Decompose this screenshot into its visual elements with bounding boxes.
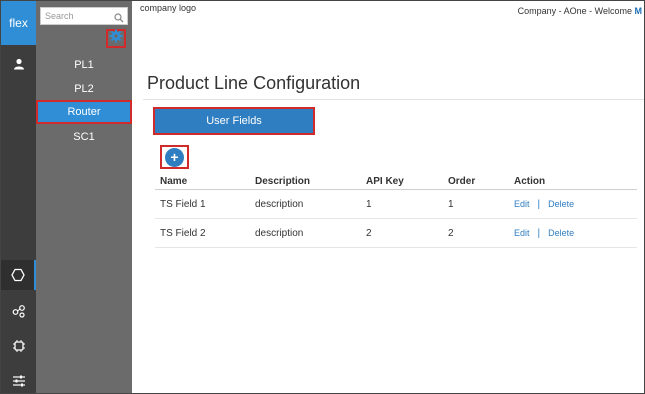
sidebar-item-router[interactable]: Router — [36, 100, 132, 124]
cell-description: description — [250, 189, 361, 219]
app-logo[interactable]: flex — [1, 1, 36, 45]
sidebar-item-pl2[interactable]: PL2 — [36, 77, 132, 101]
user-name-link[interactable]: M — [635, 6, 643, 16]
divider — [143, 99, 644, 100]
gear-icon — [109, 29, 123, 48]
sidebar-item-pl1[interactable]: PL1 — [36, 53, 132, 77]
column-header-action: Action — [509, 173, 637, 190]
table-row: TS Field 1 description 1 1 Edit | Delete — [155, 189, 637, 219]
company-logo: company logo — [140, 3, 197, 13]
cell-action: Edit | Delete — [509, 218, 637, 248]
sidebar-search — [40, 7, 128, 25]
cell-api-key: 2 — [361, 218, 443, 248]
cell-order: 2 — [443, 218, 509, 248]
search-icon[interactable] — [114, 10, 124, 28]
welcome-text: Company - AOne - Welcome M — [518, 6, 642, 16]
chip-icon[interactable] — [1, 331, 36, 361]
add-field-wrapper: + — [160, 145, 189, 169]
user-icon[interactable] — [1, 53, 36, 75]
column-header-order[interactable]: Order — [443, 173, 509, 190]
cell-description: description — [250, 218, 361, 248]
share-nodes-icon[interactable] — [1, 296, 36, 326]
table-header-row: Name Description API Key Order Action — [155, 173, 637, 190]
cell-action: Edit | Delete — [509, 189, 637, 219]
edit-link[interactable]: Edit — [514, 228, 530, 238]
action-separator: | — [537, 227, 541, 239]
delete-link[interactable]: Delete — [548, 228, 574, 238]
hexagon-icon[interactable] — [1, 260, 36, 290]
app-window: flex PL1 PL2 Router — [0, 0, 645, 394]
sidebar-item-sc1[interactable]: SC1 — [36, 125, 132, 149]
column-header-description[interactable]: Description — [250, 173, 361, 190]
search-input[interactable] — [41, 9, 115, 23]
cell-order: 1 — [443, 189, 509, 219]
user-fields-table: Name Description API Key Order Action TS… — [155, 173, 637, 248]
table-row: TS Field 2 description 2 2 Edit | Delete — [155, 218, 637, 248]
settings-button[interactable] — [106, 29, 126, 48]
welcome-label: Company - AOne - Welcome — [517, 6, 635, 16]
cell-name: TS Field 2 — [155, 218, 250, 248]
tab-user-fields[interactable]: User Fields — [153, 107, 315, 135]
product-line-sidebar: PL1 PL2 Router SC1 — [36, 1, 132, 393]
sliders-icon[interactable] — [1, 366, 36, 393]
edit-link[interactable]: Edit — [514, 199, 530, 209]
left-rail: flex — [1, 1, 36, 393]
action-separator: | — [537, 198, 541, 210]
cell-api-key: 1 — [361, 189, 443, 219]
column-header-api-key[interactable]: API Key — [361, 173, 443, 190]
delete-link[interactable]: Delete — [548, 199, 574, 209]
add-field-button[interactable]: + — [165, 147, 184, 167]
page-title: Product Line Configuration — [147, 73, 361, 93]
cell-name: TS Field 1 — [155, 189, 250, 219]
column-header-name[interactable]: Name — [155, 173, 250, 190]
